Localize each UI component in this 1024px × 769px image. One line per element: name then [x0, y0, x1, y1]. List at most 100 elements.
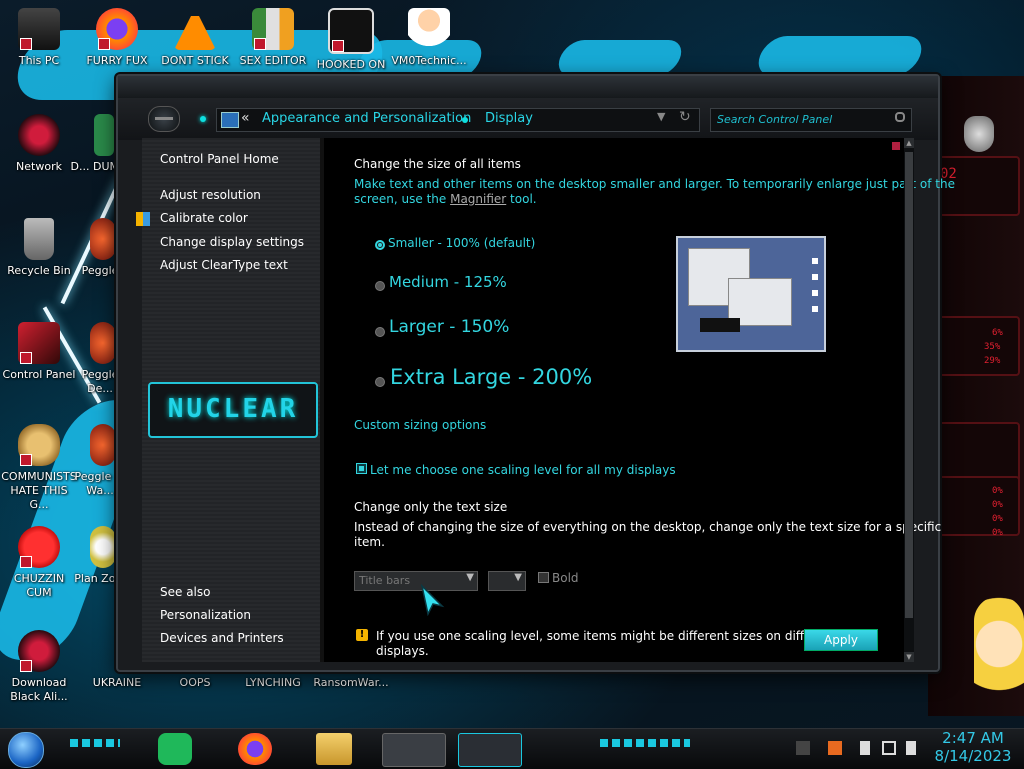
preview-dot: [812, 306, 818, 312]
desktop-icon-ukraine[interactable]: UKRAINE: [79, 676, 155, 690]
taskbar: 2:47 AM 8/14/2023: [0, 728, 1024, 769]
desktop-icon-recycle-bin[interactable]: Recycle Bin: [1, 218, 77, 278]
help-icon[interactable]: [892, 142, 900, 150]
peggle-icon: [90, 322, 116, 364]
breadcrumb-overflow-chevron[interactable]: «: [241, 110, 250, 126]
maze-game-icon: [328, 8, 374, 54]
desktop-icon-control-panel[interactable]: Control Panel: [1, 322, 77, 382]
widget-readout: 6%: [992, 328, 1003, 338]
apply-button[interactable]: Apply: [804, 629, 878, 651]
widget-readout: 0%: [992, 528, 1003, 538]
item-select[interactable]: Title bars ▼: [354, 571, 478, 591]
breadcrumb-appearance[interactable]: Appearance and Personalization: [262, 111, 471, 126]
desktop-icon-sex-editor[interactable]: SEX EDITOR: [235, 8, 311, 68]
preview-bar: [700, 318, 740, 332]
widget-readout: 35%: [984, 342, 1001, 352]
alien-icon: [18, 630, 60, 672]
taskbar-spotify-icon[interactable]: [158, 733, 192, 765]
radio-smaller[interactable]: [375, 240, 385, 250]
desktop-icon-label: UKRAINE: [92, 676, 142, 689]
tray-show-hidden-icon[interactable]: [796, 741, 810, 755]
desktop-icon-ransomware[interactable]: RansomWar...: [313, 676, 389, 690]
vertical-scrollbar[interactable]: ▲ ▼: [904, 138, 914, 662]
tray-app-icon[interactable]: [828, 741, 842, 755]
taskbar-control-panel-window[interactable]: [382, 733, 446, 767]
search-input[interactable]: Search Control Panel: [710, 108, 912, 132]
breadcrumb-separator-icon[interactable]: [462, 117, 468, 123]
peggle-icon: [90, 218, 116, 260]
sidebar-devices-printers[interactable]: Devices and Printers: [160, 631, 284, 645]
desktop-icon-label: Network: [16, 160, 62, 173]
search-icon[interactable]: [895, 112, 905, 122]
radio-larger[interactable]: [375, 327, 385, 337]
desktop-icon-lynching[interactable]: LYNCHING: [235, 676, 311, 690]
option-larger-label[interactable]: Larger - 150%: [389, 317, 509, 337]
desktop-icon-vm0technic[interactable]: VM0Technic...: [391, 8, 467, 68]
scroll-down-icon[interactable]: ▼: [904, 652, 914, 662]
taskbar-firefox-icon[interactable]: [238, 733, 272, 765]
scroll-up-icon[interactable]: ▲: [904, 138, 914, 148]
taskbar-file-explorer-icon[interactable]: [316, 733, 352, 765]
address-dropdown-icon[interactable]: ▼: [657, 110, 665, 123]
sidebar-control-panel-home[interactable]: Control Panel Home: [160, 152, 279, 166]
option-medium-label[interactable]: Medium - 125%: [389, 273, 507, 291]
custom-sizing-link[interactable]: Custom sizing options: [354, 418, 486, 432]
desktop-icon-label: RansomWar...: [313, 676, 389, 689]
bold-label[interactable]: Bold: [552, 571, 579, 585]
one-scaling-level-checkbox[interactable]: [356, 463, 367, 474]
nuclear-logo: NUCLEAR: [148, 382, 318, 438]
start-button[interactable]: [8, 732, 44, 768]
desktop-icon-furry-fux[interactable]: FURRY FUX: [79, 8, 155, 68]
back-forward-icon[interactable]: [148, 106, 180, 132]
hxd-editor-icon: [252, 8, 294, 50]
desktop-icon-dont-stick[interactable]: DONT STICK: [157, 8, 233, 68]
desktop-icon-chuzzin[interactable]: CHUZZIN CUM: [1, 526, 77, 600]
bold-checkbox[interactable]: [538, 572, 549, 583]
taskbar-active-window[interactable]: [458, 733, 522, 767]
font-size-select[interactable]: ▼: [488, 571, 526, 591]
description-text: Make text and other items on the desktop…: [354, 177, 955, 191]
recycle-bin-icon: [24, 218, 54, 260]
desktop-icon-communists[interactable]: COMMUNISTS HATE THIS G...: [1, 424, 77, 512]
one-scaling-level-label[interactable]: Let me choose one scaling level for all …: [370, 463, 676, 477]
radio-medium[interactable]: [375, 281, 385, 291]
scrollbar-thumb[interactable]: [905, 152, 913, 618]
volume-icon[interactable]: [906, 741, 916, 755]
desktop-icon-label: Recycle Bin: [7, 264, 71, 277]
desktop-icon-network[interactable]: Network: [1, 114, 77, 174]
chuzzle-icon: [18, 526, 60, 568]
clock[interactable]: 2:47 AM 8/14/2023: [928, 729, 1018, 765]
alien-head-icon: [964, 116, 994, 152]
breadcrumb-display[interactable]: Display: [485, 111, 533, 126]
refresh-icon[interactable]: ↻: [679, 109, 691, 125]
app-icon: [94, 114, 114, 156]
mouse-cursor-icon: [420, 584, 445, 616]
desktop-icon-hooked-on[interactable]: HOOKED ON: [313, 8, 389, 72]
navigation-bar: « Appearance and Personalization Display…: [118, 98, 938, 140]
desktop-icon-download-black[interactable]: Download Black Ali...: [1, 630, 77, 704]
sidebar-change-display-settings[interactable]: Change display settings: [160, 235, 304, 249]
sidebar-adjust-resolution[interactable]: Adjust resolution: [160, 188, 261, 202]
scaling-preview-image: [676, 236, 826, 352]
option-extra-large-label[interactable]: Extra Large - 200%: [390, 365, 592, 389]
radio-extra-large[interactable]: [375, 377, 385, 387]
sidebar-calibrate-color[interactable]: Calibrate color: [160, 211, 248, 225]
desktop-icon-oops[interactable]: OOPS: [157, 676, 233, 690]
sidebar-adjust-cleartype[interactable]: Adjust ClearType text: [160, 258, 288, 272]
control-panel-window[interactable]: « Appearance and Personalization Display…: [116, 74, 955, 672]
option-smaller-label[interactable]: Smaller - 100% (default): [388, 236, 535, 250]
window-title-bar[interactable]: [118, 76, 938, 99]
desktop-icon-this-pc[interactable]: This PC: [1, 8, 77, 68]
preview-dot: [812, 290, 818, 296]
wallpaper-brush-stroke: [752, 36, 928, 76]
sidebar-personalization[interactable]: Personalization: [160, 608, 251, 622]
alien-network-icon: [18, 114, 60, 156]
widget-readout: 0%: [992, 500, 1003, 510]
desktop-icon-label: VM0Technic...: [391, 54, 467, 67]
magnifier-link[interactable]: Magnifier: [450, 192, 506, 206]
shield-icon: [136, 212, 150, 226]
address-bar[interactable]: « Appearance and Personalization Display…: [216, 108, 700, 132]
flag-icon[interactable]: [860, 741, 870, 755]
control-panel-small-icon: [221, 112, 239, 128]
network-icon[interactable]: [882, 741, 896, 755]
